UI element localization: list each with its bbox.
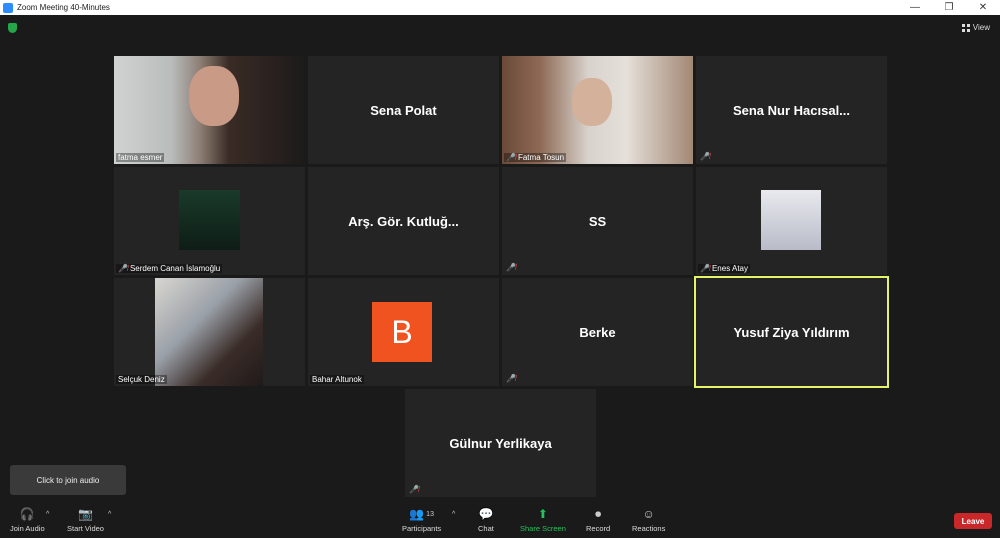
record-button[interactable]: ⏺ Record: [586, 506, 611, 534]
video-tile-bahar-altunok[interactable]: B Bahar Altunok: [308, 278, 499, 386]
leave-button[interactable]: Leave: [954, 513, 992, 529]
video-tile-sena-nur[interactable]: Sena Nur Hacısal... 🎤̸: [696, 56, 887, 164]
mic-muted-icon: 🎤̸: [409, 485, 419, 494]
participant-name: Sena Nur Hacısal...: [732, 102, 851, 118]
participant-name: SS: [588, 213, 607, 229]
face: [572, 78, 612, 126]
video-tile-gulnur[interactable]: Gülnur Yerlikaya 🎤̸: [405, 389, 596, 497]
share-screen-icon: ⬆: [537, 507, 548, 521]
participant-name: fatma esmer: [118, 153, 163, 162]
face: [189, 66, 239, 126]
start-video-label: Start Video: [67, 524, 104, 533]
share-screen-button[interactable]: ⬆ Share Screen: [520, 507, 566, 533]
participants-count: 13: [426, 510, 434, 518]
grid-icon: [961, 23, 970, 32]
share-screen-label: Share Screen: [520, 524, 566, 533]
participant-name-label: 🎤̸ Enes Atay: [698, 264, 750, 273]
participant-name-label: Selçuk Deniz: [116, 375, 167, 384]
chat-label: Chat: [478, 524, 494, 533]
profile-picture: [155, 278, 263, 386]
meeting-stage: View fatma esmer Sena Polat 🎤̸ Fatma Tosu…: [0, 15, 1000, 503]
reactions-icon: ☺: [642, 507, 655, 521]
view-button[interactable]: View: [961, 23, 990, 32]
video-tile-yusuf-active-speaker[interactable]: Yusuf Ziya Yıldırım: [694, 276, 889, 388]
avatar: B: [372, 302, 432, 362]
mic-muted-icon: 🎤̸: [700, 264, 710, 273]
participant-name: Serdem Canan İslamoğlu: [129, 264, 221, 273]
video-tile-berke[interactable]: Berke 🎤̸: [502, 278, 693, 386]
security-shield-icon[interactable]: [8, 23, 17, 33]
participant-name-label: 🎤̸ Fatma Tosun: [504, 153, 567, 162]
minimize-button[interactable]: —: [898, 0, 932, 15]
mic-muted-icon: 🎤̸: [118, 264, 128, 273]
participants-label: Participants: [402, 524, 442, 533]
reactions-label: Reactions: [632, 524, 666, 533]
video-tile-enes-atay[interactable]: 🎤̸ Enes Atay: [696, 167, 887, 275]
participant-name: Berke: [579, 324, 616, 340]
participant-name: Fatma Tosun: [517, 153, 565, 162]
participant-name-label: fatma esmer: [116, 153, 165, 162]
participant-name: Sena Polat: [370, 102, 437, 118]
video-tile-serdem[interactable]: 🎤̸ Serdem Canan İslamoğlu: [114, 167, 305, 275]
participant-name-label: Bahar Altunok: [310, 375, 364, 384]
maximize-button[interactable]: ❐: [932, 0, 966, 15]
window-title: Zoom Meeting 40-Minutes: [17, 3, 110, 12]
profile-picture: [179, 190, 240, 250]
participants-caret-icon[interactable]: ^: [452, 511, 455, 518]
video-off-icon: 📷: [78, 507, 93, 521]
video-tile-fatma-tosun[interactable]: 🎤̸ Fatma Tosun: [502, 56, 693, 164]
participant-name: Yusuf Ziya Yıldırım: [733, 324, 850, 340]
video-options-caret-icon[interactable]: ^: [108, 511, 111, 518]
participant-name: Selçuk Deniz: [118, 375, 165, 384]
audio-options-caret-icon[interactable]: ^: [46, 511, 49, 518]
video-tile-ss[interactable]: SS 🎤̸: [502, 167, 693, 275]
reactions-button[interactable]: ☺ Reactions: [632, 507, 665, 533]
view-label: View: [972, 23, 990, 32]
chat-icon: 💬: [478, 507, 494, 521]
video-tile-kutlug[interactable]: Arş. Gör. Kutluğ...: [308, 167, 499, 275]
mic-muted-icon: 🎤̸: [506, 374, 516, 383]
participants-button[interactable]: 👥 13 Participants: [402, 507, 441, 533]
join-audio-label: Join Audio: [10, 524, 45, 533]
participant-name: Arş. Gör. Kutluğ...: [348, 213, 459, 229]
participant-name-label: 🎤̸ Serdem Canan İslamoğlu: [116, 264, 223, 273]
title-bar: Zoom Meeting 40-Minutes — ❐ ✕: [0, 0, 1000, 15]
video-tile-selcuk-deniz[interactable]: Selçuk Deniz: [114, 278, 305, 386]
chat-button[interactable]: 💬 Chat: [478, 507, 494, 533]
mic-muted-icon: 🎤̸: [506, 153, 516, 162]
start-video-button[interactable]: 📷 Start Video: [67, 507, 104, 533]
zoom-icon: [3, 2, 13, 13]
mic-muted-icon: 🎤̸: [506, 263, 516, 272]
participant-name: Bahar Altunok: [312, 375, 362, 384]
record-icon: ⏺: [595, 506, 602, 521]
participants-icon: 👥 13: [409, 507, 434, 521]
video-tile-fatma-esmer[interactable]: fatma esmer: [114, 56, 305, 164]
meeting-toolbar: 🎧 Join Audio ^ 📷 Start Video ^ 👥 13 Parti…: [0, 503, 1000, 538]
join-audio-tooltip[interactable]: Click to join audio: [10, 465, 126, 495]
mic-muted-icon: 🎤̸: [700, 152, 710, 161]
profile-picture: [761, 190, 821, 250]
join-audio-button[interactable]: 🎧 Join Audio: [10, 507, 45, 533]
headphones-icon: 🎧: [19, 507, 35, 521]
participant-name: Enes Atay: [711, 264, 748, 273]
record-label: Record: [586, 524, 611, 533]
video-tile-sena-polat[interactable]: Sena Polat: [308, 56, 499, 164]
close-button[interactable]: ✕: [966, 0, 1000, 15]
participant-name: Gülnur Yerlikaya: [449, 435, 552, 451]
